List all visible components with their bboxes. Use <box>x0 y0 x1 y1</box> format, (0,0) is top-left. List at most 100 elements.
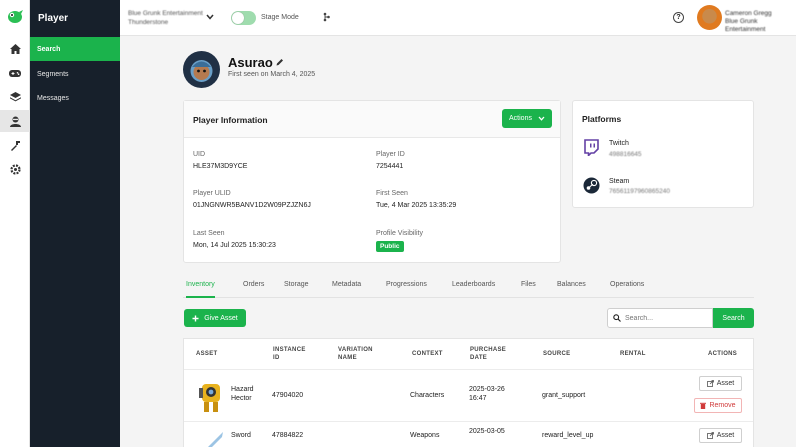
asset-button-label: Asset <box>716 432 735 439</box>
tab-leaderboards[interactable]: Leaderboards <box>452 281 495 298</box>
search-button[interactable]: Search <box>713 308 754 328</box>
header-line: DATE <box>470 355 488 361</box>
column-header-purchase-date: PURCHASE DATE <box>470 346 506 362</box>
tab-inventory[interactable]: Inventory <box>186 281 215 298</box>
first-seen-label: First Seen <box>376 190 408 197</box>
settings-icon[interactable] <box>0 158 30 180</box>
view-asset-button[interactable]: Asset <box>699 376 742 391</box>
twitch-icon <box>583 139 600 158</box>
layers-icon[interactable] <box>0 86 30 108</box>
app-logo-icon[interactable] <box>6 8 24 24</box>
view-asset-button[interactable]: Asset <box>699 428 742 443</box>
help-icon[interactable]: ? <box>673 12 684 23</box>
org-selector[interactable]: Blue Grunk Entertainment Thunderstone <box>128 9 203 27</box>
purchase-date: 2025-03-26 16:47 <box>469 385 505 403</box>
remove-asset-button[interactable]: Remove <box>694 398 742 413</box>
gamepad-icon[interactable] <box>0 62 30 84</box>
card-header: Player Information Actions <box>184 101 560 138</box>
tab-operations[interactable]: Operations <box>610 281 644 298</box>
asset-button-label: Asset <box>716 380 735 387</box>
column-header-asset: ASSET <box>196 351 218 357</box>
tab-progressions[interactable]: Progressions <box>386 281 427 298</box>
player-icon[interactable] <box>0 110 30 132</box>
subnav-item-search[interactable]: Search <box>30 37 120 61</box>
platform-name: Steam <box>609 178 630 185</box>
ulid-value: 01JNGNWR5BANV1D2W09PZJZN6J <box>193 202 311 209</box>
ulid-label: Player ULID <box>193 190 231 197</box>
asset-name: Sword <box>231 432 251 439</box>
org-name: Blue Grunk Entertainment <box>128 10 203 17</box>
first-seen-value: Tue, 4 Mar 2025 13:35:29 <box>376 202 457 209</box>
column-header-source: SOURCE <box>543 351 571 357</box>
platform-id: 76561197960865240 <box>609 188 670 195</box>
time-line: 16:47 <box>469 395 487 402</box>
card-title: Player Information <box>193 115 268 125</box>
toggle-knob <box>232 12 244 24</box>
column-header-variation-name: VARIATION NAME <box>338 346 373 362</box>
tab-metadata[interactable]: Metadata <box>332 281 361 298</box>
search-input[interactable] <box>625 314 710 322</box>
visibility-label: Profile Visibility <box>376 230 423 237</box>
context: Weapons <box>410 432 440 439</box>
project-name: Thunderstone <box>128 19 169 26</box>
give-asset-button[interactable]: Give Asset <box>184 309 246 327</box>
first-seen-caption: First seen on March 4, 2025 <box>228 71 316 78</box>
home-icon[interactable] <box>0 38 30 60</box>
uid-value: HLE37M3D9YCE <box>193 163 248 170</box>
player-avatar <box>183 51 220 88</box>
chevron-down-icon <box>538 116 545 121</box>
search-field[interactable] <box>607 308 713 328</box>
external-link-icon <box>706 380 714 387</box>
header-line: VARIATION <box>338 347 373 353</box>
player-info-card: Player Information Actions UID HLE37M3D9… <box>183 100 561 263</box>
chevron-down-icon[interactable] <box>206 13 214 22</box>
asset-thumbnail <box>196 378 226 416</box>
external-link-icon <box>706 432 714 439</box>
header-line: PURCHASE <box>470 347 507 353</box>
tab-balances[interactable]: Balances <box>557 281 586 298</box>
inventory-table: ASSET INSTANCE ID VARIATION NAME CONTEXT… <box>183 338 754 447</box>
stage-mode-toggle[interactable] <box>231 11 256 25</box>
tab-orders[interactable]: Orders <box>243 281 264 298</box>
section-title: Player <box>38 13 69 24</box>
header-line: INSTANCE <box>273 347 306 353</box>
tab-files[interactable]: Files <box>521 281 536 298</box>
instance-id: 47904020 <box>272 392 304 399</box>
plus-icon <box>192 315 199 321</box>
actions-label: Actions <box>509 115 532 122</box>
subnav-item-messages[interactable]: Messages <box>30 86 120 110</box>
table-row: Sword 47884822 Weapons 2025-03-05 reward… <box>184 421 753 447</box>
context: Characters <box>410 392 445 399</box>
header-line: NAME <box>338 355 357 361</box>
user-name: Cameron Gregg <box>725 10 772 17</box>
instance-id: 47884822 <box>272 432 304 439</box>
user-menu[interactable]: Cameron Gregg Blue Grunk Entertainment <box>725 10 796 34</box>
actions-button[interactable]: Actions <box>502 109 552 128</box>
player-tabs: Inventory Orders Storage Metadata Progre… <box>183 278 754 298</box>
top-header: Blue Grunk Entertainment Thunderstone St… <box>120 0 796 36</box>
platforms-card: Platforms Twitch 498816645 Steam 7656119… <box>572 100 754 208</box>
asset-name-line: Hazard <box>231 386 254 393</box>
asset-name-line: Hector <box>231 395 252 402</box>
asset-name: Hazard Hector <box>231 385 254 403</box>
pencil-icon[interactable] <box>276 58 284 68</box>
avatar[interactable] <box>697 5 722 30</box>
last-seen-label: Last Seen <box>193 230 225 237</box>
column-header-context: CONTEXT <box>412 351 443 357</box>
player-subnav: Player Search Segments Messages <box>30 0 120 447</box>
tools-icon[interactable] <box>0 134 30 156</box>
subnav-item-segments[interactable]: Segments <box>30 62 120 86</box>
header-line: ID <box>273 355 280 361</box>
uid-label: UID <box>193 151 206 158</box>
status-badge: Public <box>376 241 404 252</box>
remove-button-label: Remove <box>709 402 736 409</box>
column-header-rental: RENTAL <box>620 351 646 357</box>
tab-storage[interactable]: Storage <box>284 281 309 298</box>
last-seen-value: Mon, 14 Jul 2025 15:30:23 <box>193 242 276 249</box>
stage-mode-label: Stage Mode <box>261 14 299 21</box>
date-line: 2025-03-26 <box>469 386 505 393</box>
branch-icon[interactable] <box>323 12 330 24</box>
give-asset-label: Give Asset <box>204 314 238 322</box>
platform-id: 498816645 <box>609 151 642 158</box>
platform-name: Twitch <box>609 140 629 147</box>
